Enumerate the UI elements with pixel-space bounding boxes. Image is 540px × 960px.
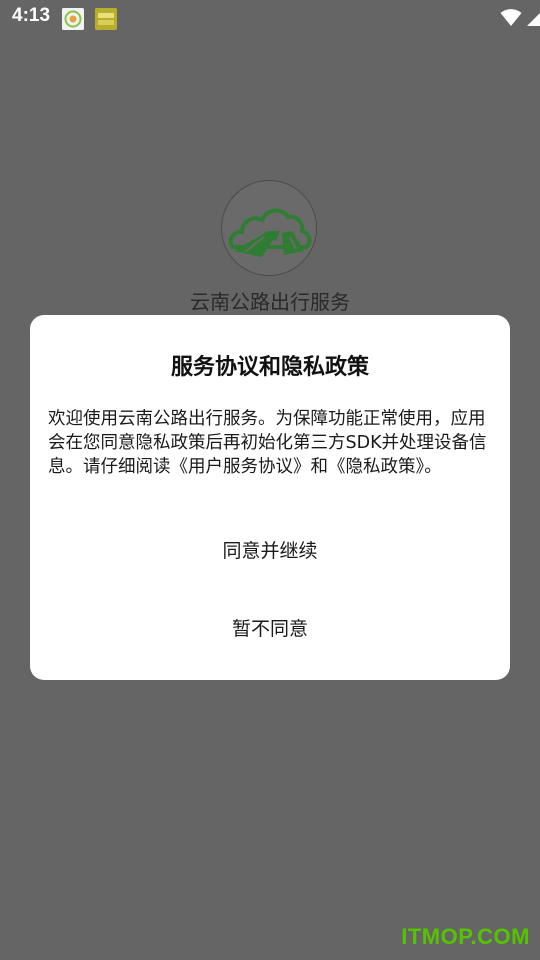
cellular-signal-icon [527, 13, 540, 26]
disagree-button[interactable]: 暂不同意 [30, 604, 510, 654]
dialog-message: 欢迎使用云南公路出行服务。为保障功能正常使用，应用会在您同意隐私政策后再初始化第… [48, 409, 487, 477]
watermark: ITMOP.COM [401, 924, 530, 949]
app-logo [221, 180, 317, 276]
agree-continue-button[interactable]: 同意并继续 [30, 526, 510, 576]
screen: 4:13 云南公路出行服务 服务协议和隐私政策 欢迎使用云南公路出行服务。为保障… [0, 0, 540, 960]
wifi-icon [500, 9, 522, 26]
app-notification-icon-2 [95, 8, 117, 30]
privacy-dialog: 服务协议和隐私政策 欢迎使用云南公路出行服务。为保障功能正常使用，应用会在您同意… [30, 315, 510, 680]
status-time: 4:13 [12, 5, 51, 26]
dialog-title: 服务协议和隐私政策 [170, 355, 369, 380]
app-name: 云南公路出行服务 [190, 290, 350, 314]
app-notification-icon [62, 8, 84, 30]
status-bar: 4:13 [0, 0, 540, 36]
